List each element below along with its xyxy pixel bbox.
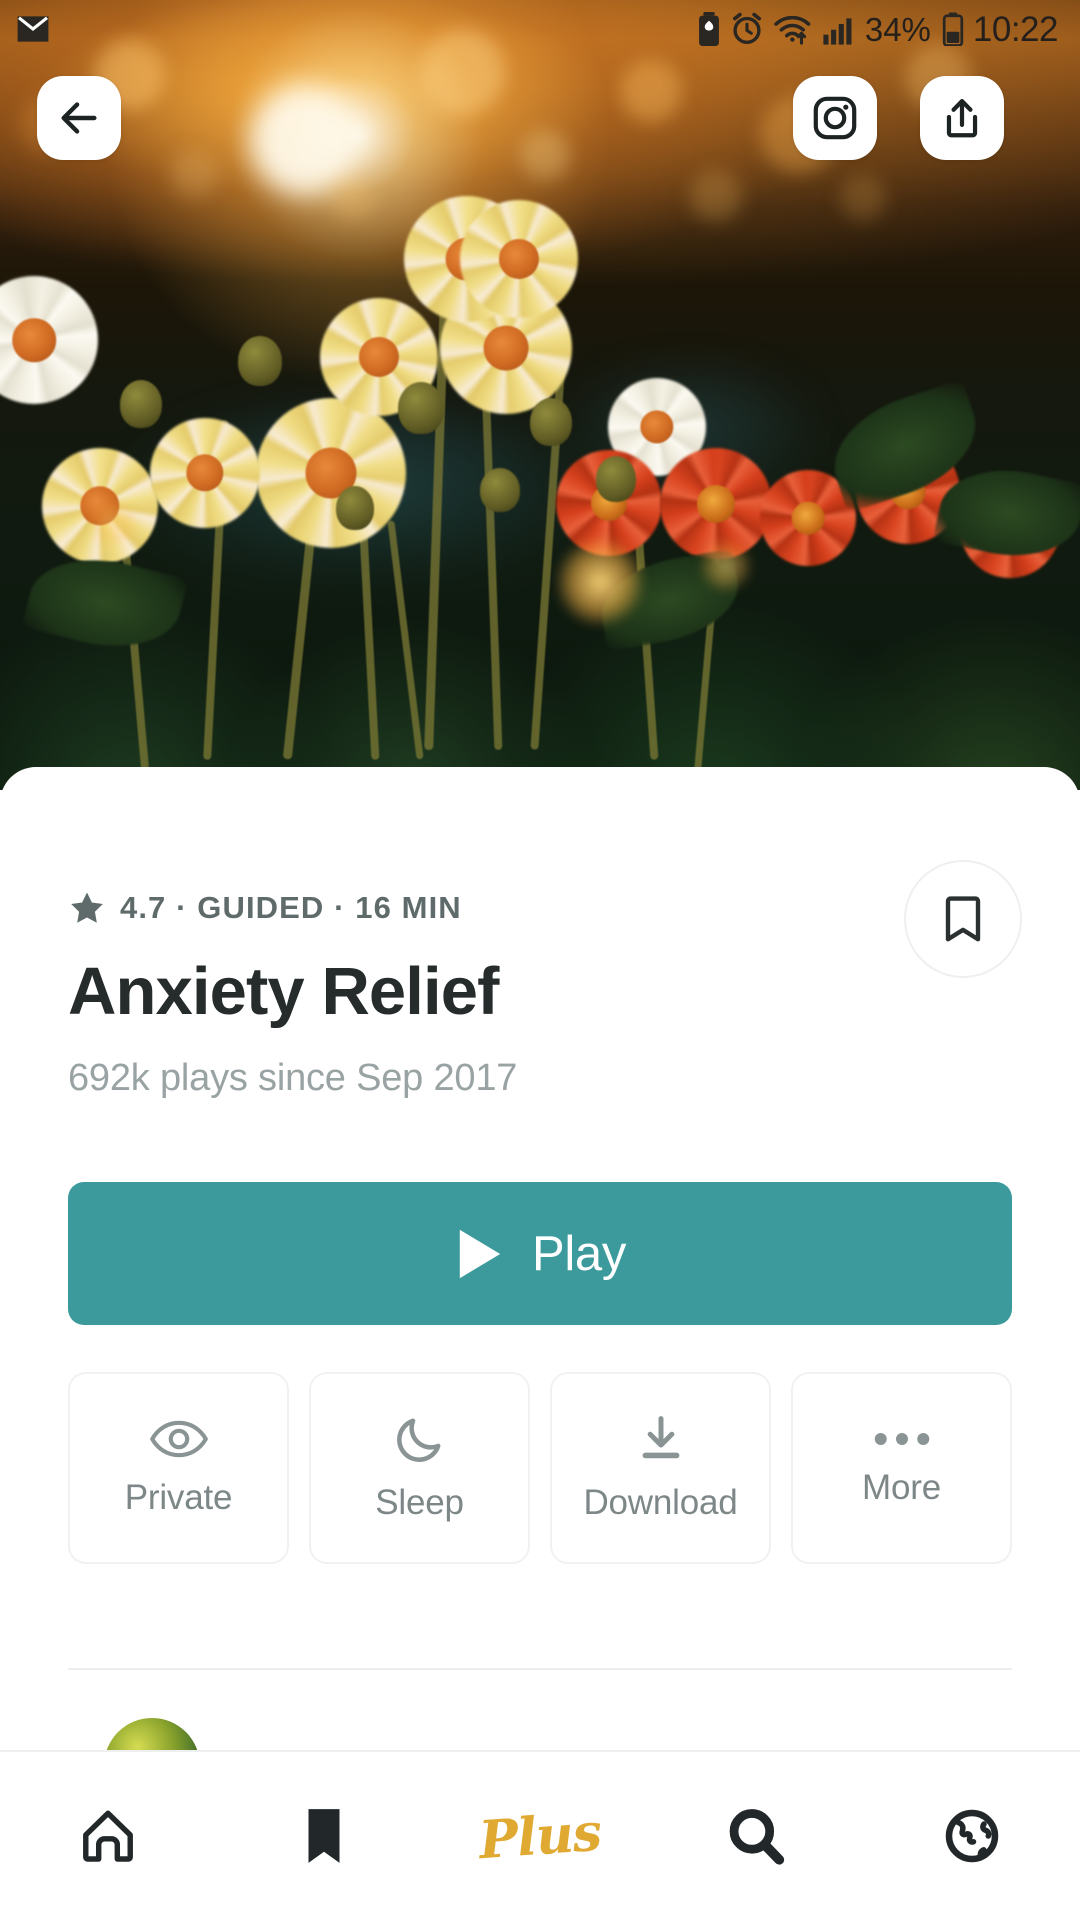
section-divider [68,1668,1012,1670]
action-tile-more[interactable]: More [791,1372,1012,1564]
action-tile-label: Private [124,1478,233,1517]
download-icon [642,1416,679,1459]
status-bar-left [16,15,50,43]
nav-item-search[interactable] [648,1751,864,1920]
flower [460,200,578,318]
bookmark-icon [308,1809,340,1863]
play-button-label: Play [531,1226,627,1281]
bokeh-light [520,130,570,180]
battery-percent: 34% [864,10,931,48]
status-bar-right: 34% 10:22 [697,9,1059,49]
nav-item-explore[interactable] [864,1751,1080,1920]
action-tile-label: More [862,1468,941,1507]
flower-bud [530,398,572,446]
action-tile-label: Download [583,1483,738,1522]
session-meta: 4.7 · GUIDED · 16 MIN [68,889,1012,927]
play-triangle-icon [459,1229,501,1278]
action-tile-sleep[interactable]: Sleep [309,1372,530,1564]
bottom-navigation: Plus [0,1750,1080,1920]
action-tile-label: Sleep [375,1483,464,1522]
light-flare [556,538,644,626]
light-flare [700,540,752,592]
action-tiles: Private Sleep Download More [68,1372,1012,1564]
globe-icon [945,1809,999,1863]
action-tile-download[interactable]: Download [550,1372,771,1564]
email-icon [17,16,49,42]
page-title: Anxiety Relief [68,954,499,1029]
flower-bud [238,336,282,386]
back-arrow-icon [61,102,97,134]
cellular-signal-icon [823,18,852,45]
battery-saver-icon [698,12,719,46]
bokeh-light [620,60,682,122]
share-icon [946,99,978,138]
flower-bud [480,468,520,512]
hero-image [0,0,1080,790]
status-bar: 34% 10:22 [0,0,1080,58]
nav-item-home[interactable] [0,1751,216,1920]
nav-item-plus[interactable]: Plus [432,1751,648,1920]
play-count-text: 692k plays since Sep 2017 [68,1057,518,1100]
detail-sheet: 4.7 · GUIDED · 16 MIN Anxiety Relief 692… [0,767,1080,1920]
clock-time: 10:22 [972,9,1059,49]
eye-icon [149,1420,208,1458]
bookmark-button[interactable] [904,860,1022,978]
bookmark-icon [945,896,981,942]
plus-wordmark: Plus [477,1801,603,1871]
bokeh-light [690,170,742,222]
flower-bud [336,486,374,530]
share-button[interactable] [920,76,1004,160]
light-flare [90,500,138,548]
action-tile-private[interactable]: Private [68,1372,289,1564]
home-icon [83,1810,133,1862]
search-icon [729,1809,785,1865]
wifi-icon [774,15,811,45]
bokeh-light [840,175,886,221]
instagram-button[interactable] [793,76,877,160]
alarm-clock-icon [732,12,761,45]
nav-item-bookmarks[interactable] [216,1751,432,1920]
flower-bud [120,380,162,428]
flower-bud [398,382,444,434]
ellipsis-icon [874,1433,929,1445]
moon-icon [396,1418,440,1462]
star-icon [71,892,103,923]
flower-bud [596,456,636,502]
session-meta-text: 4.7 · GUIDED · 16 MIN [120,890,462,925]
play-button[interactable]: Play [68,1182,1012,1325]
flower [150,418,260,528]
app-root: 34% 10:22 4.7 · GUIDED · 16 MIN Anxiety … [0,0,1080,1920]
back-button[interactable] [37,76,121,160]
bokeh-light [170,150,218,198]
battery-icon [942,12,964,46]
flower [256,398,406,548]
bokeh-light [330,175,374,219]
instagram-icon [813,96,857,140]
